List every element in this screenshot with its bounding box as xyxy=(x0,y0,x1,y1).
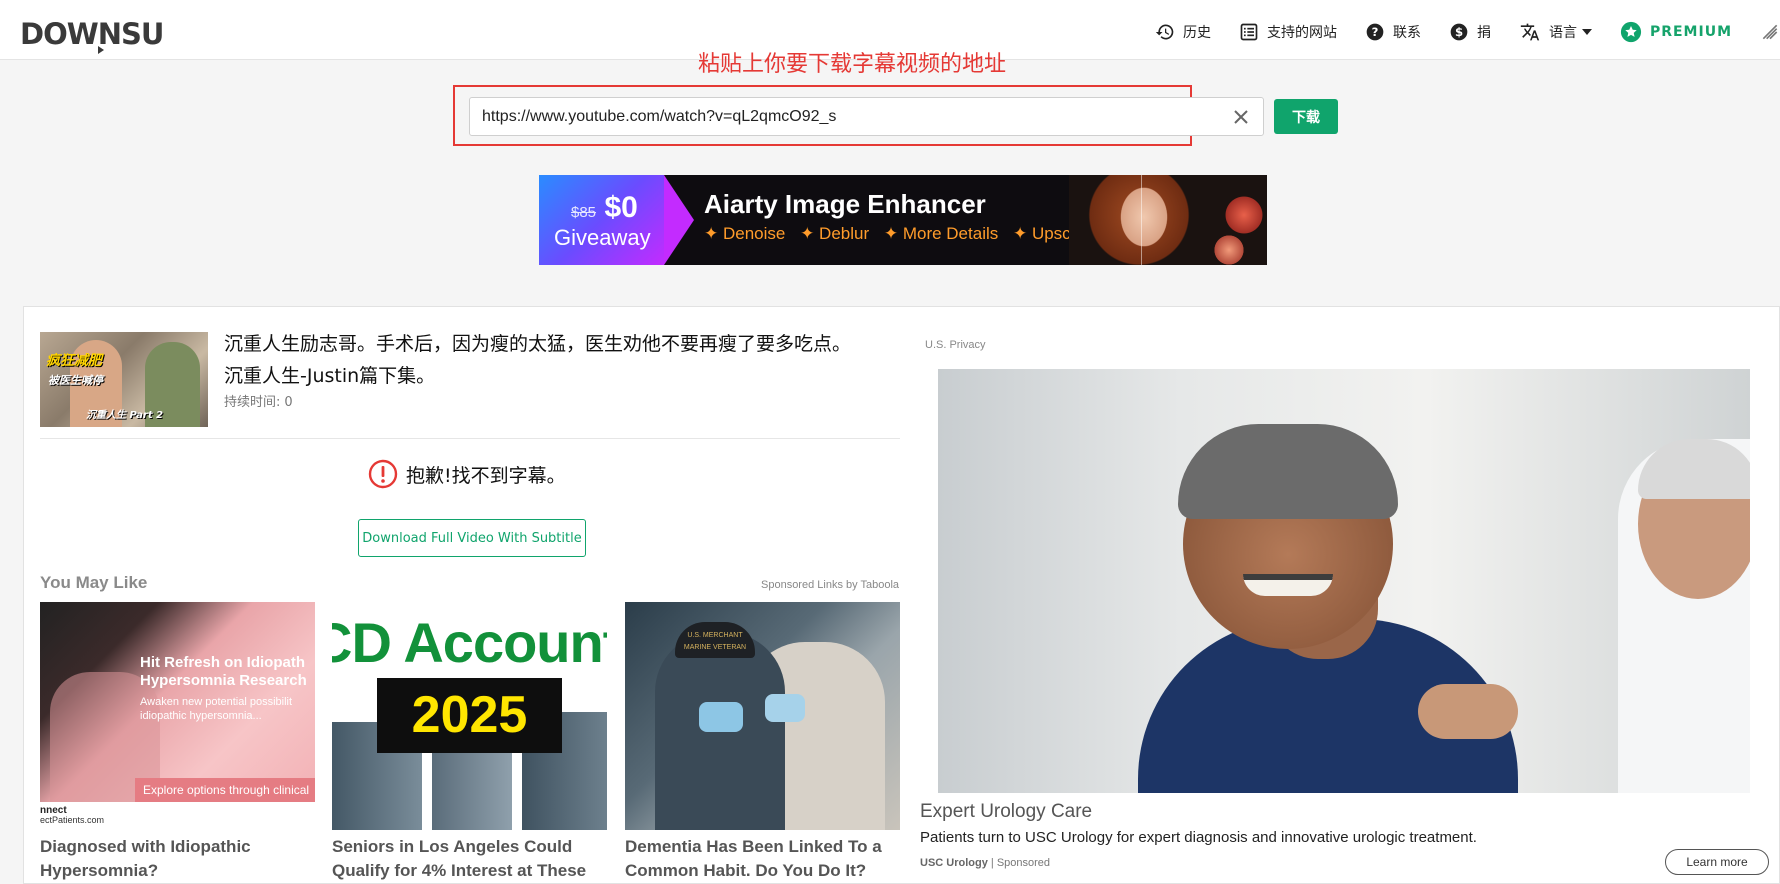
nav-supported-sites[interactable]: 支持的网站 xyxy=(1239,22,1337,42)
nav-premium[interactable]: PREMIUM xyxy=(1620,21,1732,43)
ad-compare-divider xyxy=(1141,175,1142,265)
history-icon xyxy=(1155,24,1174,40)
nav-history[interactable]: 历史 xyxy=(1155,22,1211,42)
nav-supported-sites-label: 支持的网站 xyxy=(1266,25,1337,41)
ad-new-price: $0 xyxy=(604,191,638,224)
side-ad-image[interactable] xyxy=(938,369,1750,793)
rec-veteran-cap: U.S. MERCHANT MARINE VETERAN xyxy=(675,622,755,658)
learn-more-button[interactable]: Learn more xyxy=(1665,849,1769,875)
nav-donate[interactable]: $ 捐 xyxy=(1449,22,1491,42)
nav-language-label: 语言 xyxy=(1548,25,1577,41)
ad-doctor-hair xyxy=(1638,439,1750,499)
download-button[interactable]: 下载 xyxy=(1274,99,1338,134)
rec-image-cta-bar: Explore options through clinical xyxy=(135,778,315,802)
recommendation-image[interactable]: Hit Refresh on Idiopath Hypersomnia Rese… xyxy=(40,602,315,802)
annotation-text: 粘贴上你要下载字幕视频的地址 xyxy=(698,52,1007,77)
ad-feature: ✦ More Details xyxy=(883,224,999,243)
clear-input-button[interactable] xyxy=(1228,104,1254,130)
thumbnail-text: 沉重人生 Part 2 xyxy=(86,410,164,421)
duration-label: 持续时间: xyxy=(224,395,281,410)
video-title: 沉重人生励志哥。手术后，因为瘦的太猛，医生劝他不要再瘦了要多吃点。沉重人生-Ju… xyxy=(224,333,852,387)
nav-language[interactable]: 语言 xyxy=(1519,22,1592,42)
star-icon xyxy=(1620,21,1642,43)
side-ad-advertiser: USC Urology xyxy=(920,857,988,869)
nav-contact[interactable]: ? 联系 xyxy=(1365,22,1421,42)
recommendation-title[interactable]: Dementia Has Been Linked To a Common Hab… xyxy=(625,835,905,883)
side-ad-sponsored: Sponsored xyxy=(996,857,1051,869)
side-ad-source: USC Urology | Sponsored xyxy=(920,857,1051,869)
nav-donate-label: 捐 xyxy=(1476,25,1491,41)
side-ad-description: Patients turn to USC Urology for expert … xyxy=(920,829,1477,846)
rec-face-mask xyxy=(765,694,805,722)
you-may-like-heading: You May Like xyxy=(40,573,148,592)
rec-image-subtext: Awaken new potential possibilit idiopath… xyxy=(140,696,293,722)
recommendation-image[interactable]: CD Account 2025 xyxy=(332,602,607,830)
nav-contact-label: 联系 xyxy=(1392,25,1421,41)
ad-portrait-image xyxy=(1069,175,1267,265)
translate-icon xyxy=(1520,23,1540,41)
thumbnail-text: 疯狂减肥 xyxy=(46,353,102,369)
rec-image-heading: Hit Refresh on Idiopath Hypersomnia Rese… xyxy=(140,654,307,689)
duration-value: 0 xyxy=(284,395,293,410)
ad-patient-hair xyxy=(1178,424,1398,519)
ad-features: ✦ Denoise ✦ Deblur ✦ More Details ✦ Upsc… xyxy=(704,224,1103,244)
thumbnail-text: 被医生喊停 xyxy=(48,374,103,387)
top-nav: 历史 支持的网站 ? 联系 $ 捐 语言 PREMIUM xyxy=(1155,18,1780,46)
downsub-logo[interactable]: DOWNSUB xyxy=(20,14,166,54)
ad-title: Aiarty Image Enhancer xyxy=(704,189,986,219)
svg-text:?: ? xyxy=(1372,25,1379,39)
recommendation-image[interactable]: U.S. MERCHANT MARINE VETERAN xyxy=(625,602,900,830)
nav-premium-label: PREMIUM xyxy=(1649,24,1732,40)
recommendation-title[interactable]: Diagnosed with Idiopathic Hypersomnia? xyxy=(40,835,320,883)
theme-toggle-icon[interactable] xyxy=(1760,22,1780,42)
taboola-sponsored-link[interactable]: Sponsored Links by Taboola xyxy=(761,579,899,591)
us-privacy-link[interactable]: U.S. Privacy xyxy=(925,339,986,351)
dollar-icon: $ xyxy=(1450,23,1468,41)
rec-image-year: 2025 xyxy=(377,678,562,753)
alert-circle-icon xyxy=(368,459,398,489)
rec-face-mask xyxy=(699,702,743,732)
list-icon xyxy=(1240,23,1258,41)
video-duration: 持续时间: 0 xyxy=(224,391,293,410)
recommendation-title[interactable]: Seniors in Los Angeles Could Qualify for… xyxy=(332,835,612,883)
video-thumbnail[interactable]: 疯狂减肥 被医生喊停 沉重人生 Part 2 xyxy=(40,332,208,427)
ad-old-price: $85 xyxy=(571,204,597,221)
url-input[interactable] xyxy=(469,97,1264,136)
nav-history-label: 历史 xyxy=(1182,25,1211,41)
rec-image-heading: CD Account xyxy=(332,611,607,674)
ad-doctor-hand xyxy=(1418,684,1518,739)
chevron-down-icon xyxy=(1581,29,1592,35)
ad-arrow-shape xyxy=(664,175,694,265)
close-icon xyxy=(1234,110,1248,124)
ad-giveaway: Giveaway xyxy=(554,225,651,250)
divider xyxy=(40,438,900,439)
ad-feature: ✦ Deblur xyxy=(800,224,870,243)
ad-price: $85 $0 xyxy=(571,191,638,225)
side-ad-title[interactable]: Expert Urology Care xyxy=(920,801,1092,823)
rec-advertiser-domain: ectPatients.com xyxy=(40,815,105,825)
rec-building xyxy=(432,752,512,830)
ad-feature: ✦ Denoise xyxy=(704,224,786,243)
question-icon: ? xyxy=(1366,23,1384,41)
svg-text:$: $ xyxy=(1455,25,1463,39)
ad-patient-smile xyxy=(1243,574,1333,596)
error-message: 抱歉!找不到字幕。 xyxy=(368,459,566,489)
error-text: 抱歉!找不到字幕。 xyxy=(406,464,566,487)
download-full-video-button[interactable]: Download Full Video With Subtitle xyxy=(358,519,586,557)
result-card: 疯狂减肥 被医生喊停 沉重人生 Part 2 沉重人生励志哥。手术后，因为瘦的太… xyxy=(23,306,1780,884)
logo-text: DOWNSUB xyxy=(20,17,166,51)
ad-banner[interactable]: $85 $0 Giveaway Aiarty Image Enhancer ✦ … xyxy=(539,175,1267,265)
